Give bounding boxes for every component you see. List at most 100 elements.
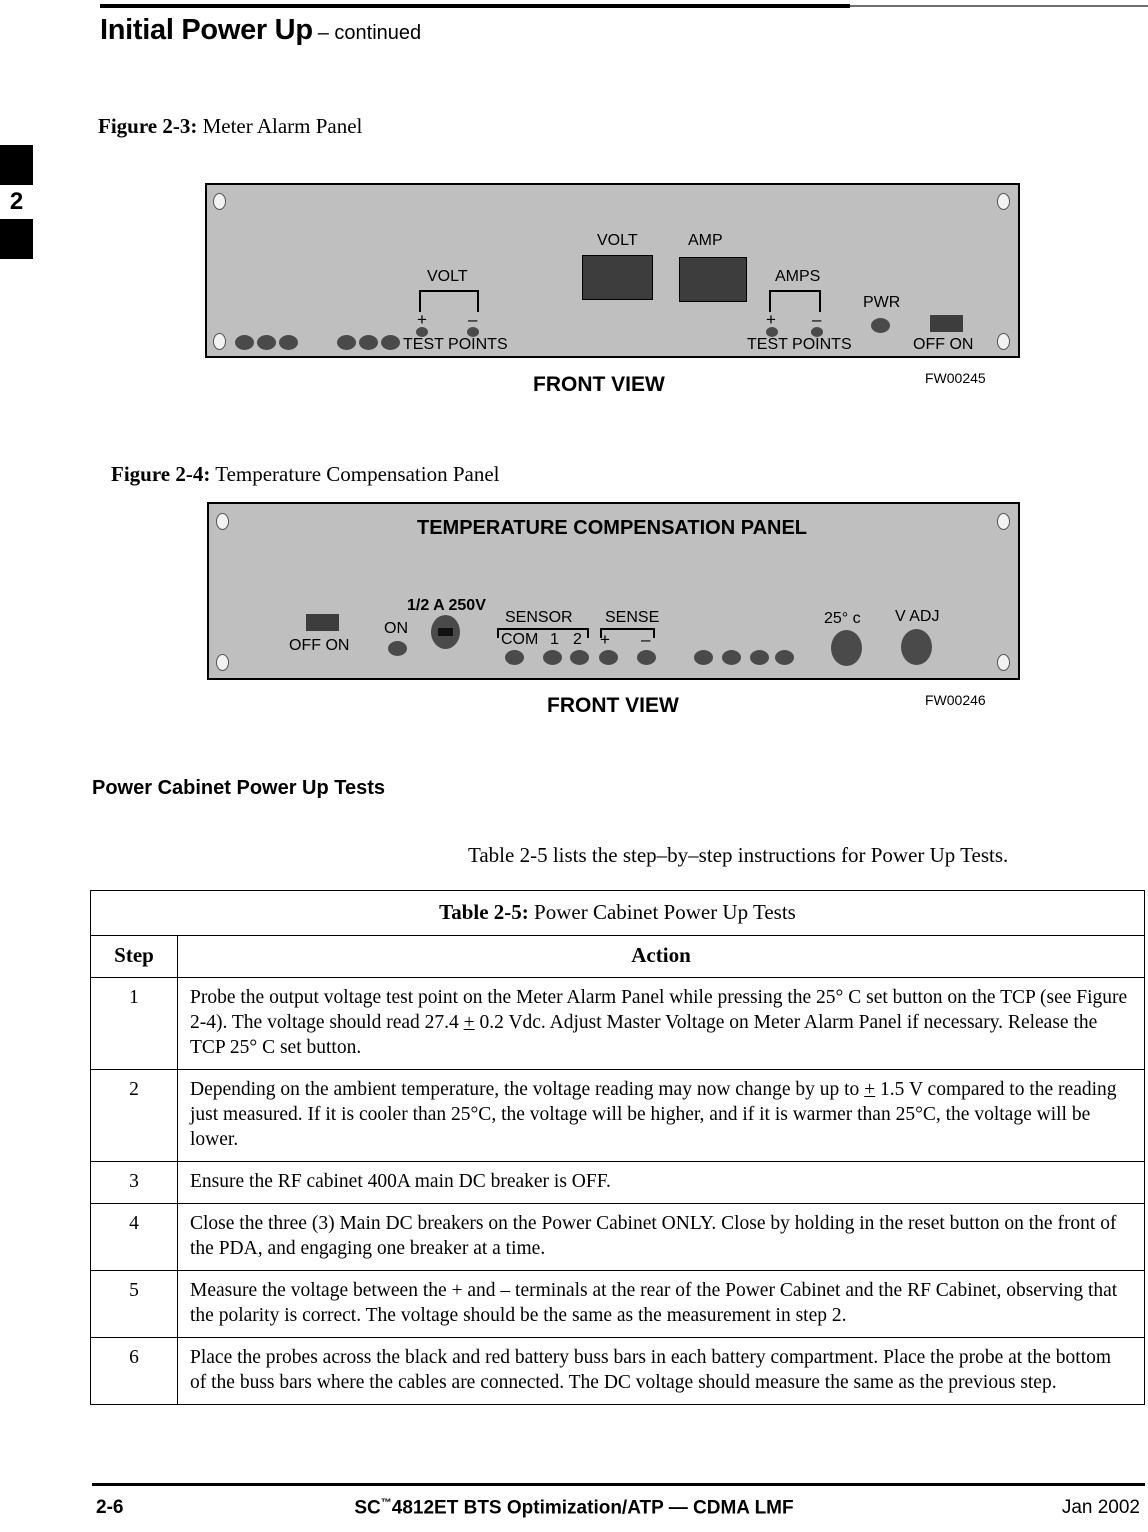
fuse-slot [438, 628, 453, 636]
header-rule [100, 4, 850, 8]
table-title-row: Table 2-5: Power Cabinet Power Up Tests [90, 890, 1145, 936]
mounting-hole-bottom-left [213, 333, 226, 350]
section-heading: Power Cabinet Power Up Tests [92, 777, 386, 799]
figure-2-4-drawing-number: FW00246 [925, 692, 986, 708]
tcp-power-switch[interactable] [306, 614, 339, 631]
figure-2-4-caption: Figure 2-4: Temperature Compensation Pan… [111, 462, 500, 487]
figure-2-4-front-view-label: FRONT VIEW [547, 694, 679, 717]
sense-plus-sign: + [600, 630, 610, 649]
table-row: 6 Place the probes across the black and … [90, 1337, 1145, 1405]
step-number: 4 [90, 1203, 178, 1271]
set-25c-label: 25° c [824, 610, 861, 627]
table-title-label: Table 2-5: [439, 900, 529, 924]
step-action-pre: Depending on the ambient temperature, th… [190, 1079, 865, 1100]
sensor-1-terminal[interactable] [543, 650, 562, 665]
mounting-hole-top-left [216, 513, 229, 530]
sensor-2-label: 2 [573, 631, 582, 648]
footer-doc-post: 4812ET BTS Optimization/ATP — CDMA LMF [391, 1497, 794, 1519]
connector-dot [257, 335, 276, 350]
page-header-title: Initial Power Up [100, 14, 313, 46]
connector-dot [694, 650, 713, 665]
tcp-power-switch-label: OFF ON [289, 637, 350, 654]
fuse-holder[interactable] [431, 615, 460, 649]
fuse-rating-label: 1/2 A 250V [407, 597, 486, 614]
sense-positive-terminal[interactable] [599, 650, 618, 665]
volt-test-point-label: VOLT [427, 268, 468, 285]
v-adj-knob[interactable] [901, 629, 932, 665]
volt-meter-label: VOLT [597, 232, 638, 249]
power-up-tests-table: Table 2-5: Power Cabinet Power Up Tests … [90, 890, 1145, 1405]
figure-2-3-caption: Figure 2-3: Meter Alarm Panel [98, 114, 362, 139]
test-points-label-left: TEST POINTS [403, 336, 508, 353]
temperature-compensation-panel: TEMPERATURE COMPENSATION PANEL OFF ON ON… [207, 502, 1020, 680]
amps-test-point-label: AMPS [775, 268, 821, 285]
step-action: Ensure the RF cabinet 400A main DC break… [177, 1161, 1145, 1204]
step-number: 2 [90, 1069, 178, 1162]
connector-dot [750, 650, 769, 665]
connector-dot [235, 335, 254, 350]
v-adj-label: V ADJ [895, 608, 940, 625]
connector-dot [775, 650, 794, 665]
tcp-on-indicator-lamp [388, 641, 407, 656]
mounting-hole-bottom-left [216, 654, 229, 671]
step-number: 5 [90, 1270, 178, 1338]
figure-2-3-drawing-number: FW00245 [925, 370, 986, 386]
table-title-cell: Table 2-5: Power Cabinet Power Up Tests [90, 890, 1145, 936]
connector-dot [359, 335, 378, 350]
step-action-pre: Close the three (3) Main DC breakers on … [190, 1213, 1117, 1259]
volt-plus-sign: + [417, 310, 427, 329]
chapter-tab-block-bottom [0, 219, 33, 259]
power-switch-label: OFF ON [913, 336, 974, 353]
step-action-pre: Measure the voltage between the + and – … [190, 1280, 1118, 1326]
sensor-group-label: SENSOR [505, 609, 573, 626]
tcp-panel-title: TEMPERATURE COMPENSATION PANEL [417, 517, 808, 539]
figure-2-3-caption-label: Figure 2-3: [98, 114, 198, 138]
volt-bracket [419, 290, 479, 312]
column-header-step: Step [90, 935, 178, 978]
step-number: 6 [90, 1337, 178, 1405]
figure-2-3-caption-text: Meter Alarm Panel [202, 114, 363, 138]
connector-dot [381, 335, 400, 350]
sense-group-label: SENSE [605, 609, 660, 626]
volt-meter-display [582, 255, 653, 300]
set-25c-button[interactable] [831, 630, 862, 666]
page-header: Initial Power Up – continued [100, 14, 421, 47]
table-row: 1 Probe the output voltage test point on… [90, 977, 1145, 1070]
page-header-continued: – continued [317, 22, 422, 44]
step-number: 3 [90, 1161, 178, 1204]
volt-minus-sign: – [468, 310, 478, 329]
sense-minus-sign: – [641, 630, 651, 649]
section-intro-text: Table 2-5 lists the step–by–step instruc… [468, 843, 1009, 867]
step-action-pre: Ensure the RF cabinet 400A main DC break… [190, 1171, 611, 1192]
footer-doc-pre: SC [354, 1497, 381, 1519]
chapter-tab: 2 [0, 145, 33, 259]
figure-2-4-caption-text: Temperature Compensation Panel [215, 462, 500, 486]
pwr-label: PWR [863, 294, 901, 311]
power-switch[interactable] [930, 315, 963, 332]
sense-negative-terminal[interactable] [637, 650, 656, 665]
step-number: 1 [90, 977, 178, 1070]
sensor-com-terminal[interactable] [505, 650, 524, 665]
step-action: Place the probes across the black and re… [177, 1337, 1145, 1405]
chapter-tab-number: 2 [9, 188, 24, 215]
step-action: Measure the voltage between the + and – … [177, 1270, 1145, 1338]
connector-dot [337, 335, 356, 350]
plus-minus-symbol: + [864, 1079, 876, 1100]
header-rule-light [850, 5, 1148, 7]
footer-date: Jan 2002 [1061, 1497, 1140, 1518]
sensor-com-label: COM [501, 631, 539, 648]
table-row: 2 Depending on the ambient temperature, … [90, 1069, 1145, 1162]
column-header-action: Action [177, 935, 1145, 978]
sensor-2-terminal[interactable] [570, 650, 589, 665]
mounting-hole-top-left [213, 193, 226, 210]
mounting-hole-top-right [997, 513, 1010, 530]
amps-bracket [769, 290, 821, 312]
mounting-hole-bottom-right [997, 333, 1010, 350]
step-action: Probe the output voltage test point on t… [177, 977, 1145, 1070]
amps-plus-sign: + [766, 310, 776, 329]
table-row: 3 Ensure the RF cabinet 400A main DC bre… [90, 1161, 1145, 1204]
mounting-hole-bottom-right [997, 654, 1010, 671]
step-action: Close the three (3) Main DC breakers on … [177, 1203, 1145, 1271]
table-title-text: Power Cabinet Power Up Tests [534, 900, 796, 924]
table-row: 5 Measure the voltage between the + and … [90, 1270, 1145, 1338]
